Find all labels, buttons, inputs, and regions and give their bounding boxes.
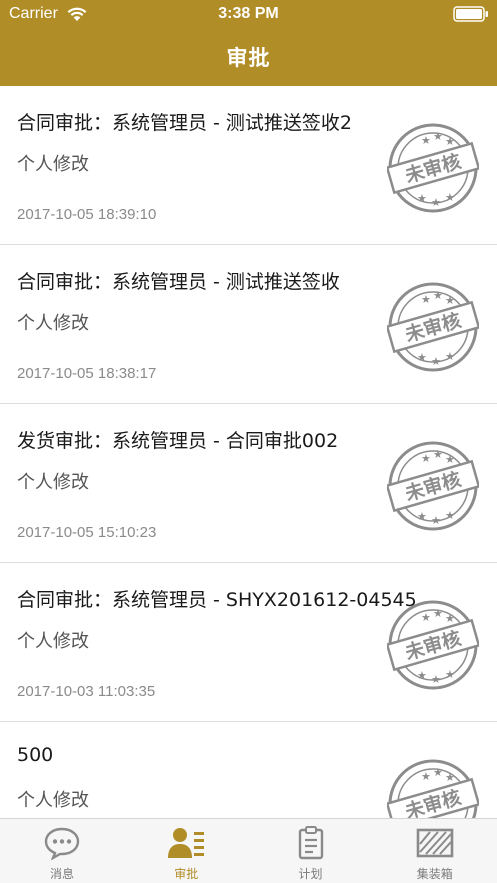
unreviewed-stamp-icon: ★★★ ★★★ 未审核 — [385, 282, 481, 372]
svg-text:★: ★ — [445, 191, 455, 204]
svg-text:★: ★ — [445, 509, 455, 522]
tab-label: 计划 — [298, 867, 323, 881]
approval-subtitle: 个人修改 — [17, 313, 89, 334]
approval-timestamp: 2017-10-05 15:10:23 — [17, 524, 157, 541]
status-stamp: ★★★ ★★★ 未审核 — [385, 440, 481, 532]
svg-text:★: ★ — [433, 766, 443, 779]
tab-approval[interactable]: 审批 — [124, 819, 248, 883]
svg-text:★: ★ — [433, 607, 443, 620]
svg-text:★: ★ — [445, 612, 455, 625]
approval-title: 发货审批：系统管理员 - 合同审批002 — [17, 430, 339, 452]
svg-text:★: ★ — [421, 611, 431, 624]
approval-user-icon — [167, 826, 205, 860]
clipboard-icon — [292, 826, 330, 860]
svg-text:★: ★ — [417, 192, 427, 205]
approval-timestamp: 2017-10-05 18:38:17 — [17, 365, 157, 382]
svg-text:★: ★ — [431, 355, 441, 368]
svg-text:★: ★ — [421, 770, 431, 783]
svg-text:★: ★ — [445, 350, 455, 363]
approval-title: 合同审批：系统管理员 - SHYX201612-04545 — [17, 589, 417, 611]
approval-title: 合同审批：系统管理员 - 测试推送签收2 — [17, 112, 353, 134]
svg-text:★: ★ — [421, 452, 431, 465]
clock-time: 3:38 PM — [218, 5, 279, 22]
status-stamp: ★★★ ★★★ 未审核 — [385, 122, 481, 214]
status-stamp: ★★★ ★★★ 未审核 — [385, 758, 481, 818]
svg-text:★: ★ — [433, 130, 443, 143]
svg-text:★: ★ — [445, 135, 455, 148]
svg-text:★: ★ — [417, 669, 427, 682]
svg-text:★: ★ — [417, 510, 427, 523]
approval-row[interactable]: 发货审批：系统管理员 - 合同审批002 个人修改 2017-10-05 15:… — [0, 404, 497, 563]
svg-text:★: ★ — [433, 448, 443, 461]
approval-row[interactable]: 500 个人修改 ★★★ ★★★ 未审核 — [0, 722, 497, 818]
tab-plan[interactable]: 计划 — [249, 819, 373, 883]
tab-messages[interactable]: 消息 — [0, 819, 124, 883]
chat-bubble-icon — [43, 826, 81, 861]
approval-subtitle: 个人修改 — [17, 472, 89, 493]
approval-row[interactable]: 合同审批：系统管理员 - SHYX201612-04545 个人修改 2017-… — [0, 563, 497, 722]
tab-label: 消息 — [49, 867, 74, 881]
approval-list[interactable]: 合同审批：系统管理员 - 测试推送签收2 个人修改 2017-10-05 18:… — [0, 86, 497, 818]
status-stamp: ★★★ ★★★ 未审核 — [385, 599, 481, 691]
unreviewed-stamp-icon: ★★★ ★★★ 未审核 — [385, 123, 481, 213]
svg-text:★: ★ — [445, 771, 455, 784]
svg-text:★: ★ — [431, 196, 441, 209]
svg-text:★: ★ — [431, 514, 441, 527]
svg-text:★: ★ — [445, 453, 455, 466]
approval-row[interactable]: 合同审批：系统管理员 - 测试推送签收2 个人修改 2017-10-05 18:… — [0, 86, 497, 245]
page-title: 审批 — [226, 47, 271, 70]
approval-subtitle: 个人修改 — [17, 154, 89, 175]
navigation-header: Carrier 3:38 PM 审批 — [0, 0, 497, 86]
unreviewed-stamp-icon: ★★★ ★★★ 未审核 — [385, 600, 481, 690]
approval-title: 合同审批：系统管理员 - 测试推送签收 — [17, 271, 340, 293]
approval-timestamp: 2017-10-03 11:03:35 — [17, 683, 156, 700]
unreviewed-stamp-icon: ★★★ ★★★ 未审核 — [385, 759, 481, 818]
approval-subtitle: 个人修改 — [17, 790, 89, 811]
approval-row[interactable]: 合同审批：系统管理员 - 测试推送签收 个人修改 2017-10-05 18:3… — [0, 245, 497, 404]
svg-text:★: ★ — [431, 673, 441, 686]
approval-subtitle: 个人修改 — [17, 631, 89, 652]
status-bar: Carrier 3:38 PM — [0, 0, 497, 28]
svg-text:★: ★ — [421, 293, 431, 306]
svg-text:★: ★ — [445, 668, 455, 681]
tab-container[interactable]: 集装箱 — [373, 819, 497, 883]
container-icon — [416, 826, 454, 860]
tab-bar: 消息 审批 计划 集装箱 — [0, 818, 497, 883]
svg-text:★: ★ — [445, 294, 455, 307]
unreviewed-stamp-icon: ★★★ ★★★ 未审核 — [385, 441, 481, 531]
battery-icon — [453, 6, 488, 22]
svg-text:★: ★ — [417, 351, 427, 364]
status-stamp: ★★★ ★★★ 未审核 — [385, 281, 481, 373]
tab-label: 审批 — [174, 867, 199, 881]
svg-text:★: ★ — [421, 134, 431, 147]
svg-text:★: ★ — [433, 289, 443, 302]
tab-label: 集装箱 — [416, 867, 453, 881]
approval-timestamp: 2017-10-05 18:39:10 — [17, 206, 157, 223]
approval-title: 500 — [17, 744, 54, 766]
